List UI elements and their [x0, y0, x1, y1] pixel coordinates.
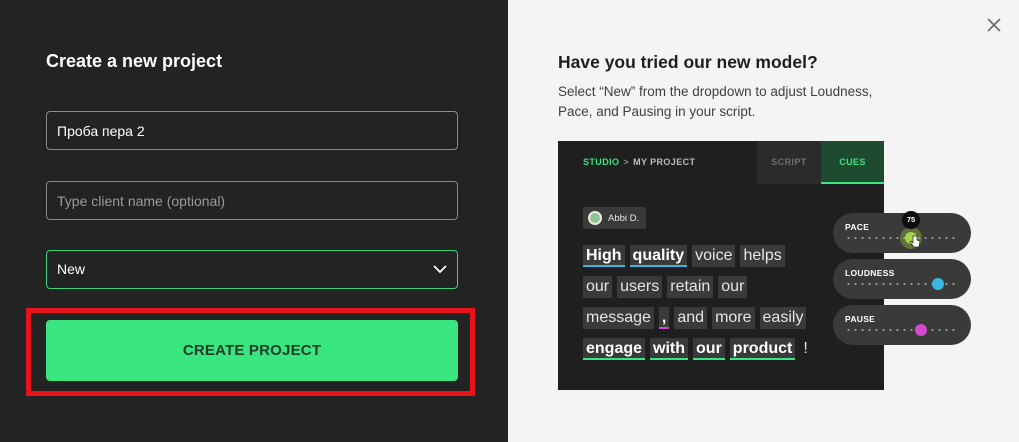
create-project-button[interactable]: CREATE PROJECT: [46, 320, 458, 381]
script-word: our: [583, 276, 613, 298]
pace-label: PACE: [845, 222, 870, 232]
hand-cursor-icon: [909, 235, 921, 248]
script-line: our users retain our: [583, 276, 823, 307]
breadcrumb: STUDIO > MY PROJECT: [583, 157, 695, 167]
script-word: message: [583, 307, 654, 329]
script-word: our: [718, 276, 748, 298]
script-text: High quality voice helps our users retai…: [583, 245, 823, 369]
breadcrumb-project: MY PROJECT: [633, 157, 696, 167]
panel-title: Create a new project: [46, 51, 223, 71]
pause-slider: PAUSE: [833, 305, 971, 345]
script-word: !: [803, 340, 808, 357]
script-word: users: [617, 276, 663, 298]
promo-title: Have you tried our new model?: [558, 52, 818, 72]
speaker-name: Abbi D.: [608, 212, 640, 224]
model-select-value: New: [57, 261, 86, 277]
project-name-input[interactable]: [46, 111, 458, 150]
script-word: engage: [583, 338, 646, 360]
pause-track: [845, 329, 959, 331]
script-word: voice: [692, 245, 736, 267]
pace-track: [845, 237, 959, 239]
script-line: High quality voice helps: [583, 245, 823, 276]
close-icon[interactable]: [983, 14, 1005, 36]
script-word: quality: [629, 245, 688, 267]
tab-cues: CUES: [821, 141, 884, 184]
script-word: with: [650, 338, 689, 360]
breadcrumb-separator: >: [623, 157, 630, 167]
script-word: more: [712, 307, 755, 329]
model-select[interactable]: New: [46, 250, 458, 289]
speaker-chip: Abbi D.: [583, 207, 647, 229]
loudness-slider: LOUDNESS: [833, 259, 971, 299]
pace-slider: PACE 75: [833, 211, 971, 253]
breadcrumb-studio: STUDIO: [583, 157, 620, 167]
model-preview-image: STUDIO > MY PROJECT SCRIPT CUES Abbi D. Hi…: [558, 141, 884, 390]
tab-script: SCRIPT: [757, 141, 821, 184]
pace-value-badge: 75: [902, 211, 920, 229]
script-line: engage with our product !: [583, 338, 823, 369]
loudness-knob: [932, 278, 944, 290]
script-word: High: [583, 245, 625, 267]
script-line: message , and more easily: [583, 307, 823, 338]
script-word: easily: [759, 307, 807, 329]
client-name-input[interactable]: [46, 181, 458, 220]
promo-description: Select “New” from the dropdown to adjust…: [558, 84, 873, 119]
script-word: ,: [658, 307, 670, 329]
create-project-panel: Create a new project New CREATE PROJECT: [0, 0, 508, 442]
pause-knob: [915, 324, 927, 336]
avatar: [588, 211, 602, 225]
script-word: and: [674, 307, 708, 329]
script-word: product: [729, 338, 796, 360]
pause-label: PAUSE: [845, 314, 876, 324]
loudness-label: LOUDNESS: [845, 268, 895, 278]
chevron-down-icon: [433, 263, 447, 277]
script-word: retain: [667, 276, 714, 298]
script-word: our: [693, 338, 725, 360]
script-word: helps: [740, 245, 785, 267]
